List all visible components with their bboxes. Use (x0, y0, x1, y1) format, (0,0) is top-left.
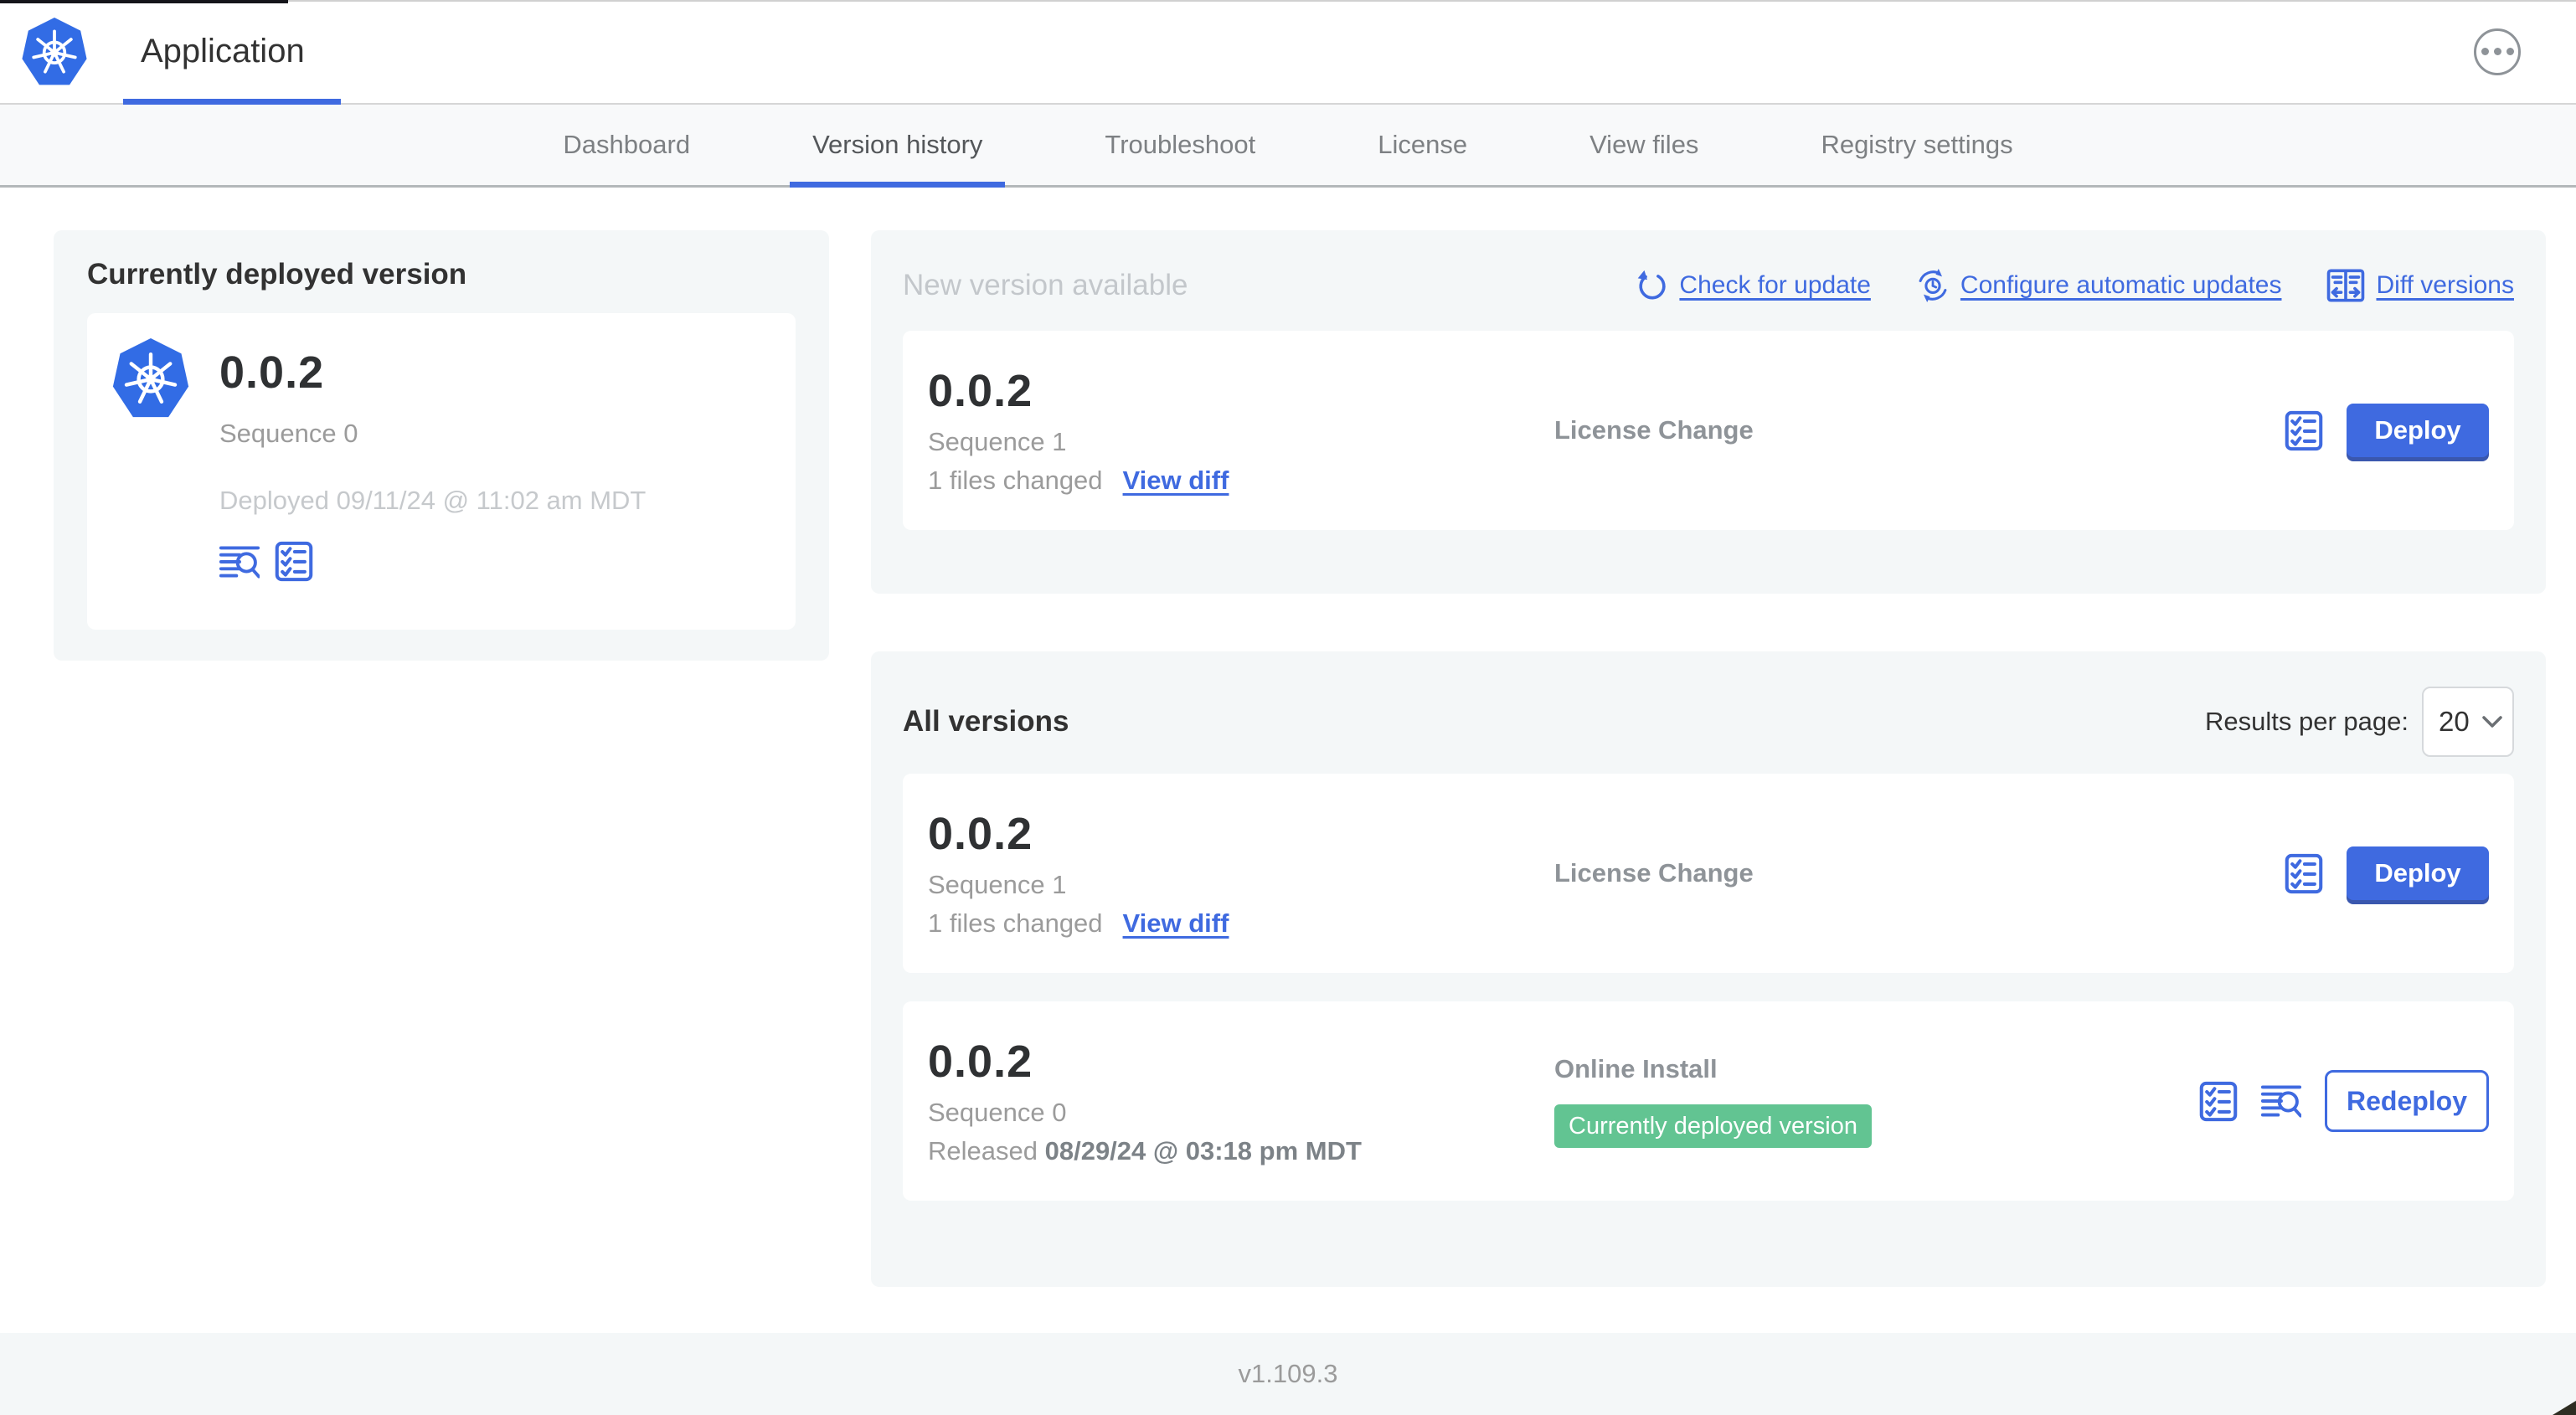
kubernetes-logo-icon (20, 15, 89, 86)
configure-automatic-updates-link[interactable]: Configure automatic updates (1916, 269, 2281, 302)
view-diff-link[interactable]: View diff (1123, 466, 1229, 496)
version-number: 0.0.2 (928, 1036, 1033, 1087)
tab-troubleshoot[interactable]: Troubleshoot (1082, 105, 1278, 185)
version-source-label: License Change (1554, 858, 1754, 888)
tab-registry-settings[interactable]: Registry settings (1798, 105, 2035, 185)
view-diff-link[interactable]: View diff (1123, 908, 1229, 939)
all-versions-panel: All versions Results per page: 20 0.0.2 … (871, 651, 2546, 1287)
mouse-cursor (2553, 1401, 2576, 1415)
version-source-label: Online Install (1554, 1054, 1718, 1083)
currently-deployed-panel: Currently deployed version 0.0.2 Sequenc… (54, 230, 829, 661)
app-active-underline (123, 99, 341, 105)
deployed-sequence-label: Sequence 0 (219, 419, 358, 449)
sequence-label: Sequence 0 (928, 1098, 1067, 1128)
currently-deployed-title: Currently deployed version (87, 258, 467, 291)
redeploy-button[interactable]: Redeploy (2325, 1070, 2489, 1132)
window-top-border (0, 0, 2576, 2)
view-logs-icon[interactable] (219, 543, 260, 580)
preflight-checks-icon[interactable] (275, 541, 313, 582)
preflight-checks-icon[interactable] (2285, 410, 2323, 451)
check-for-update-link[interactable]: Check for update (1636, 270, 1871, 301)
app-footer: v1.109.3 (0, 1333, 2576, 1415)
version-row-sequence-1: 0.0.2 Sequence 1 1 files changed View di… (903, 774, 2514, 973)
diff-icon (2327, 269, 2365, 302)
new-version-title: New version available (903, 269, 1188, 301)
deployed-version-number: 0.0.2 (219, 347, 325, 398)
app-title[interactable]: Application (141, 33, 305, 70)
sequence-label: Sequence 1 (928, 427, 1067, 457)
new-version-card: 0.0.2 Sequence 1 1 files changed View di… (903, 331, 2514, 530)
currently-deployed-card: 0.0.2 Sequence 0 Deployed 09/11/24 @ 11:… (87, 313, 796, 630)
tab-version-history[interactable]: Version history (790, 105, 1006, 188)
deploy-button[interactable]: Deploy (2347, 846, 2489, 900)
sequence-label: Sequence 1 (928, 870, 1067, 900)
refresh-icon (1636, 270, 1667, 300)
tab-license[interactable]: License (1355, 105, 1490, 185)
preflight-checks-icon[interactable] (2285, 853, 2323, 894)
schedule-update-icon (1919, 269, 1947, 302)
new-version-panel: New version available Check for update C… (871, 230, 2546, 594)
released-timestamp: Released 08/29/24 @ 03:18 pm MDT (928, 1136, 1362, 1166)
kubernetes-app-icon (111, 337, 191, 420)
version-source-label: License Change (1554, 415, 1754, 445)
version-number: 0.0.2 (928, 808, 1033, 859)
console-version: v1.109.3 (1238, 1359, 1338, 1388)
app-header: Application (0, 0, 2576, 105)
more-options-button[interactable] (2474, 28, 2521, 75)
diff-versions-link[interactable]: Diff versions (2326, 269, 2514, 302)
all-versions-title: All versions (903, 705, 1069, 738)
nav-tabbar: Dashboard Version history Troubleshoot L… (0, 105, 2576, 188)
main-content: Currently deployed version 0.0.2 Sequenc… (0, 188, 2576, 1287)
version-row-sequence-0: 0.0.2 Sequence 0 Released 08/29/24 @ 03:… (903, 1001, 2514, 1201)
results-per-page-select[interactable]: 20 (2422, 687, 2514, 757)
deploy-button[interactable]: Deploy (2347, 404, 2489, 457)
window-top-edge (0, 0, 288, 3)
chevron-down-icon (2482, 715, 2502, 728)
files-changed-label: 1 files changed (928, 466, 1103, 496)
view-logs-icon[interactable] (2261, 1083, 2301, 1119)
files-changed-label: 1 files changed (928, 908, 1103, 939)
deployed-timestamp: Deployed 09/11/24 @ 11:02 am MDT (219, 486, 647, 516)
tab-dashboard[interactable]: Dashboard (540, 105, 713, 185)
currently-deployed-badge: Currently deployed version (1554, 1104, 1872, 1148)
ellipsis-icon (2481, 48, 2489, 55)
tab-view-files[interactable]: View files (1567, 105, 1721, 185)
preflight-checks-icon[interactable] (2199, 1081, 2238, 1122)
results-per-page-label: Results per page: (2205, 707, 2409, 736)
version-number: 0.0.2 (928, 365, 1033, 416)
